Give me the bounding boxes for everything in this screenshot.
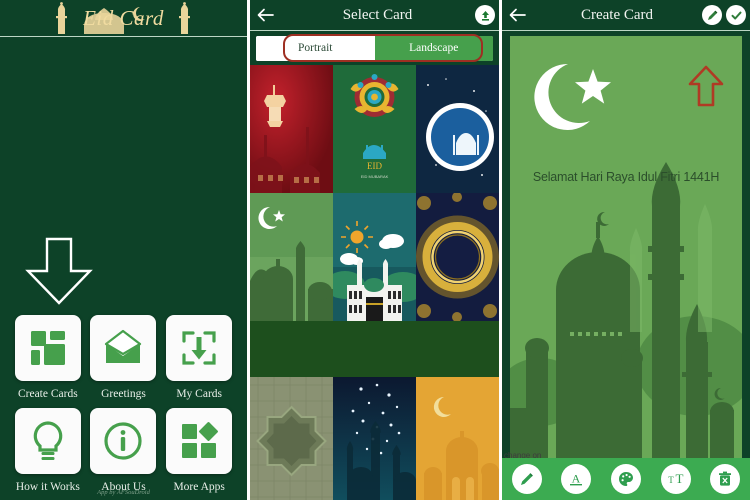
red-lantern-card-art: [250, 65, 333, 193]
header-divider: [502, 30, 750, 31]
text-size-tool-button[interactable]: T T: [660, 464, 691, 494]
mandala-eid-mubarak-card-art: EID EID MUBARAK: [333, 65, 416, 193]
tile-greetings[interactable]: Greetings: [86, 315, 162, 400]
tile-how-it-works[interactable]: How it Works: [10, 408, 86, 493]
envelope-icon: [105, 329, 142, 363]
gold-ornament-circle-card-art: [416, 193, 499, 321]
create-card-screen: Create Card Selamat Hari Raya Idul Fitri…: [502, 0, 750, 500]
tile-more-apps-button[interactable]: [166, 408, 233, 474]
trash-icon: [719, 471, 732, 486]
card-thumb-olive-star[interactable]: [250, 377, 333, 500]
toggle-option-landscape[interactable]: Landscape: [374, 35, 493, 61]
card-canvas[interactable]: Selamat Hari Raya Idul Fitri 1441H: [510, 36, 742, 468]
pencil-icon: [520, 473, 533, 485]
select-card-topbar: Select Card: [250, 0, 499, 30]
editor-toolbar: A T T: [502, 458, 750, 500]
draw-tool-button[interactable]: [511, 464, 542, 494]
kaaba-daylight-card-art: [333, 193, 416, 321]
svg-text:T: T: [675, 471, 683, 486]
ad-banner-placeholder[interactable]: [250, 321, 499, 377]
delete-tool-button[interactable]: [710, 464, 741, 494]
svg-text:EID: EID: [367, 161, 382, 171]
tile-create-cards[interactable]: Create Cards: [10, 315, 86, 400]
grid-icon: [30, 331, 65, 365]
page-title: Select Card: [342, 6, 413, 23]
olive-star-pattern-card-art: [250, 377, 333, 500]
tile-how-it-works-button[interactable]: [14, 408, 81, 474]
app-title: Eid Card: [83, 5, 164, 30]
card-thumb-green-crescent[interactable]: [250, 193, 333, 321]
done-button[interactable]: [726, 5, 746, 25]
info-circle-icon: [104, 422, 143, 460]
select-card-screen: Select Card Portrait Landscape EID EID M…: [250, 0, 499, 500]
card-thumb-gold-ornament[interactable]: [416, 193, 499, 321]
tile-create-cards-button[interactable]: [14, 315, 81, 381]
app-credit: App by AFSouDroid: [97, 489, 150, 496]
card-thumb-kaaba[interactable]: [333, 193, 416, 321]
card-thumb-red-lantern[interactable]: [250, 65, 333, 193]
card-thumbnail-grid: EID EID MUBARAK: [250, 65, 499, 321]
card-thumb-mandala-eid[interactable]: EID EID MUBARAK: [333, 65, 416, 193]
card-greeting-text[interactable]: Selamat Hari Raya Idul Fitri 1441H: [510, 170, 742, 184]
download-box-icon: [182, 331, 216, 365]
color-tool-button[interactable]: [610, 464, 641, 494]
card-thumbnail-grid-row3: [250, 377, 499, 500]
svg-text:T: T: [668, 475, 674, 485]
lightbulb-icon: [33, 421, 63, 460]
ad-banner-content: [250, 321, 499, 377]
toggle-option-portrait[interactable]: Portrait: [256, 35, 375, 61]
font-a-icon: A: [570, 472, 583, 486]
create-card-topbar: Create Card: [502, 0, 750, 30]
page-title: Create Card: [580, 6, 654, 23]
home-body: Create Cards Greetings My Cards How it W…: [0, 37, 247, 500]
up-arrow-annotation-icon: [688, 65, 724, 107]
back-button[interactable]: [250, 8, 280, 22]
tile-label: Greetings: [101, 388, 146, 400]
tile-about-us-button[interactable]: [90, 408, 157, 474]
card-thumb-blue-crescent[interactable]: [416, 65, 499, 193]
card-thumb-amber-mosque[interactable]: [416, 377, 499, 500]
check-icon: [731, 11, 741, 19]
upload-button[interactable]: [475, 5, 495, 25]
tile-more-apps[interactable]: More Apps: [161, 408, 237, 493]
font-tool-button[interactable]: A: [561, 464, 592, 494]
card-thumb-night-city[interactable]: [333, 377, 416, 500]
tile-label: Create Cards: [17, 388, 78, 400]
back-arrow-icon: [509, 8, 526, 22]
tile-about-us[interactable]: About Us: [86, 408, 162, 493]
home-tile-grid: Create Cards Greetings My Cards How it W…: [0, 315, 247, 493]
edit-button[interactable]: [702, 5, 722, 25]
amber-mosque-moon-card-art: [416, 377, 499, 500]
shapes-icon: [182, 422, 219, 458]
text-size-icon: T T: [668, 471, 683, 486]
palette-icon: [618, 472, 633, 486]
tile-my-cards-button[interactable]: [166, 315, 233, 381]
green-crescent-mosque-card-art: [250, 193, 333, 321]
home-screen: Eid Card Create Cards Greetings My Cards…: [0, 0, 247, 500]
tile-my-cards[interactable]: My Cards: [161, 315, 237, 400]
three-screenshot-strip: Eid Card Create Cards Greetings My Cards…: [0, 0, 750, 500]
upload-icon: [481, 10, 489, 21]
svg-text:A: A: [572, 472, 581, 486]
svg-text:EID MUBARAK: EID MUBARAK: [361, 174, 389, 179]
orientation-toggle-row: Portrait Landscape: [250, 31, 499, 65]
pencil-icon: [707, 10, 717, 20]
down-arrow-annotation-icon: [25, 237, 93, 305]
blue-crescent-mosque-card-art: [416, 65, 499, 193]
tile-label: My Cards: [176, 388, 222, 400]
back-button[interactable]: [502, 8, 532, 22]
back-arrow-icon: [257, 8, 274, 22]
tile-greetings-button[interactable]: [90, 315, 157, 381]
app-logo-bar: Eid Card: [0, 0, 247, 36]
night-city-lights-card-art: [333, 377, 416, 500]
orientation-toggle[interactable]: Portrait Landscape: [256, 35, 493, 61]
